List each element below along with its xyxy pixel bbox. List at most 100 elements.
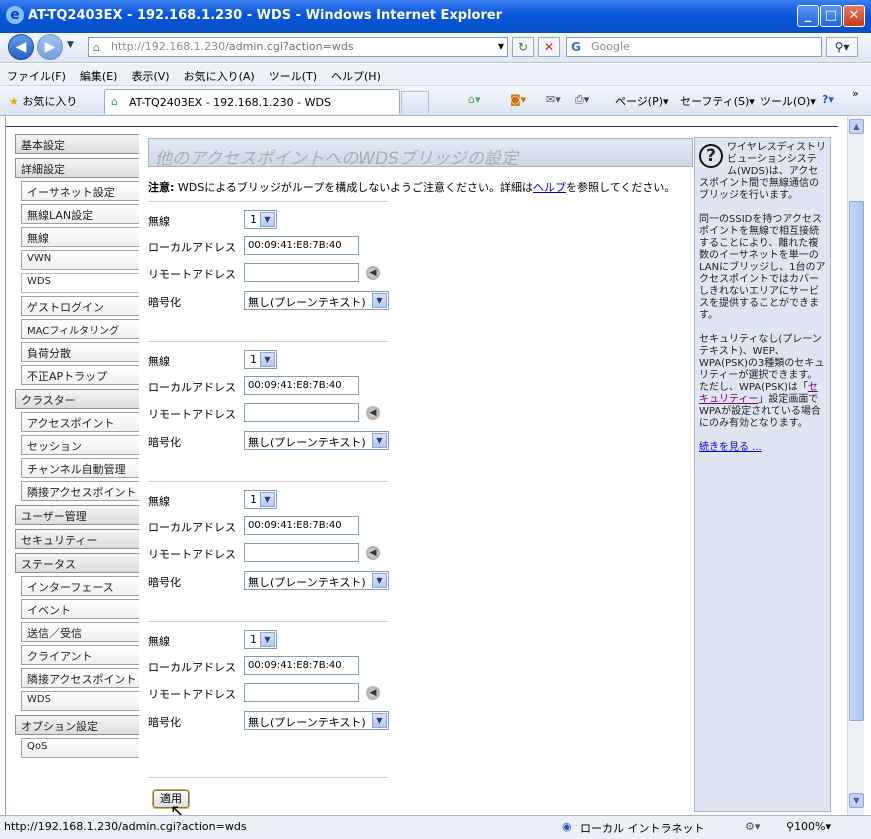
sidebar-item-2[interactable]: イーサネット設定 xyxy=(21,181,139,201)
new-tab-button[interactable] xyxy=(401,91,429,114)
radio-value: 1 xyxy=(250,213,257,226)
print-icon[interactable]: ⎙▾ xyxy=(575,93,589,107)
tools-menu[interactable]: ツール(O)▾ xyxy=(760,93,816,109)
sidebar-item-22[interactable]: クライアント xyxy=(21,645,139,665)
chevron-down-icon: ▼ xyxy=(260,212,275,227)
encryption-value: 無し(プレーンテキスト) xyxy=(248,716,366,729)
search-button[interactable]: ⚲▾ xyxy=(826,37,858,57)
chevron-down-icon: ▼ xyxy=(372,293,387,308)
local-address-label: ローカルアドレス xyxy=(148,521,236,534)
sidebar-item-4[interactable]: 無線 xyxy=(21,227,139,247)
encryption-select[interactable]: 無し(プレーンテキスト) ▼ xyxy=(244,571,389,590)
bridge-separator xyxy=(148,341,388,342)
scroll-up-icon[interactable]: ▲ xyxy=(849,119,864,134)
menu-view[interactable]: 表示(V) xyxy=(124,64,176,84)
refresh-button[interactable]: ↻ xyxy=(512,37,534,57)
address-dropdown-icon[interactable]: ▾ xyxy=(490,37,512,57)
encryption-select[interactable]: 無し(プレーンテキスト) ▼ xyxy=(244,431,389,450)
protected-mode-icon[interactable]: ⚙▾ xyxy=(745,820,760,833)
local-address-field: 00:09:41:E8:7B:40 xyxy=(244,516,359,535)
back-button[interactable]: ◀ xyxy=(8,34,34,60)
arrow-left-icon[interactable]: ◀ xyxy=(366,686,380,700)
search-input[interactable]: G Google xyxy=(566,37,822,57)
forward-button[interactable]: ▶ xyxy=(37,34,63,60)
sidebar-group-18[interactable]: ステータス xyxy=(15,553,139,573)
sidebar-item-19[interactable]: インターフェース xyxy=(21,576,139,596)
sidebar-item-8[interactable]: MACフィルタリング xyxy=(21,319,139,339)
favorites-button[interactable]: ★ お気に入り xyxy=(9,93,77,109)
encryption-value: 無し(プレーンテキスト) xyxy=(248,296,366,309)
remote-address-input[interactable] xyxy=(244,403,359,422)
sidebar-item-10[interactable]: 不正APトラップ xyxy=(21,365,139,385)
radio-select[interactable]: 1 ▼ xyxy=(244,210,277,229)
sidebar-item-9[interactable]: 負荷分散 xyxy=(21,342,139,362)
feeds-icon[interactable]: ◙▾ xyxy=(510,93,526,106)
radio-label: 無線 xyxy=(148,495,170,508)
help-icon[interactable]: ?▾ xyxy=(822,93,834,106)
vertical-scrollbar[interactable]: ▲ ▼ xyxy=(847,117,864,815)
sidebar-item-26[interactable]: QoS xyxy=(21,738,139,758)
menu-help[interactable]: ヘルプ(H) xyxy=(324,64,388,84)
sidebar-group-25[interactable]: オプション設定 xyxy=(15,715,139,735)
sidebar-item-20[interactable]: イベント xyxy=(21,599,139,619)
local-address-label: ローカルアドレス xyxy=(148,381,236,394)
radio-select[interactable]: 1 ▼ xyxy=(244,630,277,649)
mail-icon[interactable]: ✉▾ xyxy=(546,93,561,106)
remote-address-input[interactable] xyxy=(244,683,359,702)
status-url: http://192.168.1.230/admin.cgi?action=wd… xyxy=(4,820,247,833)
encryption-label: 暗号化 xyxy=(148,296,181,309)
encryption-label: 暗号化 xyxy=(148,576,181,589)
tab-current[interactable]: ⌂ AT-TQ2403EX - 192.168.1.230 - WDS xyxy=(104,89,400,114)
menu-file[interactable]: ファイル(F) xyxy=(0,64,73,84)
sidebar-item-7[interactable]: ゲストログイン xyxy=(21,296,139,316)
maximize-button[interactable]: □ xyxy=(820,5,842,27)
minimize-button[interactable]: _ xyxy=(797,5,819,27)
sidebar-item-13[interactable]: セッション xyxy=(21,435,139,455)
safety-menu[interactable]: セーフティ(S)▾ xyxy=(680,93,755,109)
history-dropdown-icon[interactable]: ▼ xyxy=(67,40,74,50)
arrow-left-icon[interactable]: ◀ xyxy=(366,546,380,560)
remote-address-label: リモートアドレス xyxy=(148,408,236,421)
radio-select[interactable]: 1 ▼ xyxy=(244,490,277,509)
read-more-link[interactable]: 続きを見る ... xyxy=(699,442,762,453)
scroll-down-icon[interactable]: ▼ xyxy=(849,793,864,808)
sidebar-group-1[interactable]: 詳細設定 xyxy=(15,158,139,178)
radio-select[interactable]: 1 ▼ xyxy=(244,350,277,369)
sidebar-item-14[interactable]: チャンネル自動管理 xyxy=(21,458,139,478)
encryption-select[interactable]: 無し(プレーンテキスト) ▼ xyxy=(244,711,389,730)
arrow-left-icon[interactable]: ◀ xyxy=(366,406,380,420)
menu-tools[interactable]: ツール(T) xyxy=(262,64,324,84)
home-icon[interactable]: ⌂▾ xyxy=(468,93,481,106)
sidebar-item-24[interactable]: WDS xyxy=(21,691,139,711)
sidebar-group-16[interactable]: ユーザー管理 xyxy=(15,505,139,525)
remote-address-label: リモートアドレス xyxy=(148,688,236,701)
sidebar-group-11[interactable]: クラスター xyxy=(15,389,139,409)
sidebar-item-12[interactable]: アクセスポイント xyxy=(21,412,139,432)
menu-favorites[interactable]: お気に入り(A) xyxy=(177,64,262,84)
wds-bridge-list: 無線 1 ▼ ローカルアドレス 00:09:41:E8:7B:40 リモートアドレス ◀ 暗号… xyxy=(148,137,693,815)
close-button[interactable]: ✕ xyxy=(843,5,865,27)
address-input[interactable]: ⌂ http://192.168.1.230/admin.cgi?action=… xyxy=(88,37,508,57)
window-title-bar: e AT-TQ2403EX - 192.168.1.230 - WDS - Wi… xyxy=(0,0,871,33)
question-icon: ? xyxy=(699,144,723,168)
sidebar-group-17[interactable]: セキュリティー xyxy=(15,529,139,549)
sidebar-item-3[interactable]: 無線LAN設定 xyxy=(21,204,139,224)
stop-button[interactable]: ✕ xyxy=(538,37,560,57)
more-chevron[interactable]: » xyxy=(852,87,859,100)
arrow-left-icon[interactable]: ◀ xyxy=(366,266,380,280)
chevron-down-icon: ▼ xyxy=(260,492,275,507)
sidebar-item-6[interactable]: WDS xyxy=(21,273,139,293)
remote-address-input[interactable] xyxy=(244,543,359,562)
zoom-level[interactable]: ⚲100%▾ xyxy=(786,820,831,833)
menu-edit[interactable]: 編集(E) xyxy=(73,64,125,84)
page-icon: ⌂ xyxy=(93,41,100,54)
sidebar-item-15[interactable]: 隣接アクセスポイント xyxy=(21,481,139,501)
scroll-thumb[interactable] xyxy=(849,201,864,721)
remote-address-input[interactable] xyxy=(244,263,359,282)
sidebar-group-0[interactable]: 基本設定 xyxy=(15,134,139,154)
sidebar-item-23[interactable]: 隣接アクセスポイント xyxy=(21,668,139,688)
page-menu[interactable]: ページ(P)▾ xyxy=(615,93,669,109)
sidebar-item-21[interactable]: 送信／受信 xyxy=(21,622,139,642)
encryption-select[interactable]: 無し(プレーンテキスト) ▼ xyxy=(244,291,389,310)
sidebar-item-5[interactable]: VWN xyxy=(21,250,139,270)
